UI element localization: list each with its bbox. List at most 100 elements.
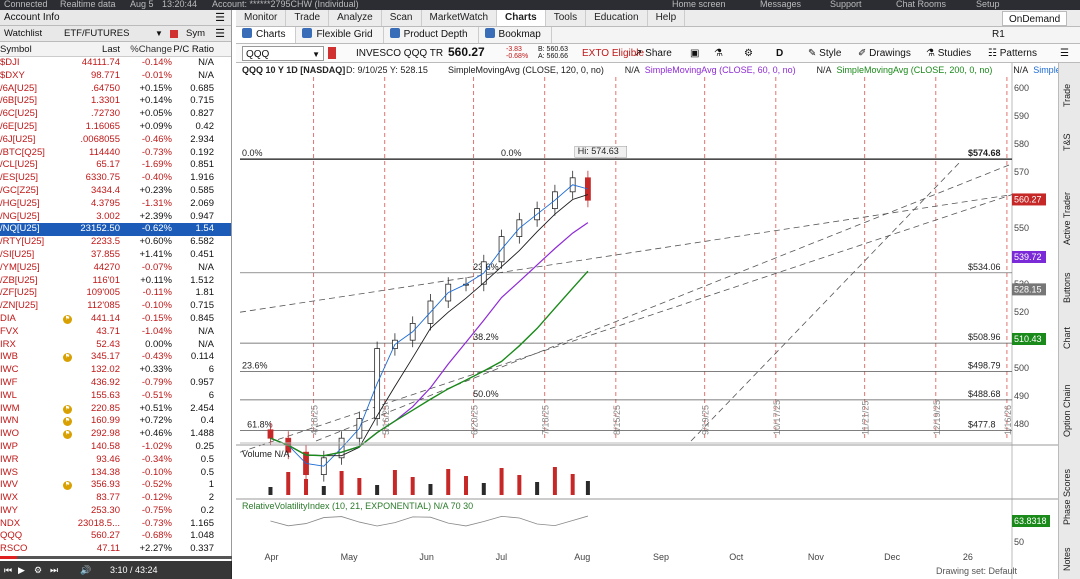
watchlist-row[interactable]: IWB ⚑ 345.17 -0.43% 0.114: [0, 351, 231, 364]
gear-icon[interactable]: ⚙: [744, 46, 753, 61]
watchlist-row[interactable]: IWS 134.38 -0.10% 0.5: [0, 467, 231, 480]
chart-svg[interactable]: QQQ 10 Y 1D [NASDAQ] D: 9/10/25 Y: 528.15…: [236, 63, 1068, 579]
chat-rooms-link[interactable]: Chat Rooms: [896, 0, 946, 9]
watchlist-row[interactable]: IWL 155.63 -0.51% 6: [0, 390, 231, 403]
sym-label[interactable]: Sym: [186, 26, 205, 42]
watchlist-row[interactable]: QQQ 560.27 -0.68% 1.048: [0, 530, 231, 543]
toolbar-menu-icon[interactable]: ☰: [1060, 46, 1069, 61]
timeframe-button[interactable]: D: [776, 46, 783, 61]
side-tab-chart[interactable]: Chart: [1062, 309, 1078, 349]
side-tab-t-s[interactable]: T&S: [1062, 113, 1078, 151]
menu-icon[interactable]: ☰: [215, 10, 225, 26]
nav-tab-tools[interactable]: Tools: [546, 10, 587, 26]
watchlist-row[interactable]: /ZF[U25] 109'005 -0.11% 1.81: [0, 287, 231, 300]
watchlist-row[interactable]: /NG[U25] 3.002 +2.39% 0.947: [0, 211, 231, 224]
home-screen-link[interactable]: Home screen: [672, 0, 726, 9]
watchlist-row[interactable]: /GC[Z25] 3434.4 +0.23% 0.585: [0, 185, 231, 198]
watchlist-row[interactable]: /RTY[U25] 2233.5 +0.60% 6.582: [0, 236, 231, 249]
flask-icon[interactable]: ⚗: [714, 46, 723, 61]
play-icon[interactable]: ▶: [18, 561, 25, 579]
nav-tab-marketwatch[interactable]: MarketWatch: [422, 10, 498, 26]
watchlist-row[interactable]: IWF 436.92 -0.79% 0.957: [0, 377, 231, 390]
watchlist-row[interactable]: FVX 43.71 -1.04% N/A: [0, 326, 231, 339]
col-symbol[interactable]: Symbol: [0, 42, 74, 56]
chevron-down-icon[interactable]: ▼: [312, 47, 320, 62]
watchlist-row[interactable]: /YM[U25] 44270 -0.07% N/A: [0, 262, 231, 275]
watchlist-row[interactable]: /ZN[U25] 112'085 -0.10% 0.715: [0, 300, 231, 313]
side-tab-phase-scores[interactable]: Phase Scores: [1062, 443, 1078, 525]
patterns-button[interactable]: ☷ Patterns: [988, 46, 1037, 61]
volume-icon[interactable]: 🔊: [80, 561, 91, 579]
watchlist-row[interactable]: IWP 140.58 -1.02% 0.25: [0, 441, 231, 454]
subtab-product-depth[interactable]: Product Depth: [384, 27, 479, 43]
col-change[interactable]: %Change: [120, 42, 172, 56]
watchlist-row[interactable]: IWY 253.30 -0.75% 0.2: [0, 505, 231, 518]
watchlist-menu-icon[interactable]: ☰: [215, 26, 225, 42]
watchlist-row[interactable]: NDX 23018.5... -0.73% 1.165: [0, 518, 231, 531]
watchlist-row[interactable]: /CL[U25] 65.17 -1.69% 0.851: [0, 159, 231, 172]
symbol-input[interactable]: QQQ ▼: [242, 46, 324, 61]
watchlist-row[interactable]: IWM ⚑ 220.85 +0.51% 2.454: [0, 403, 231, 416]
account-label[interactable]: Account: ******2795CHW (Individual): [212, 0, 359, 9]
next-icon[interactable]: ⏭: [50, 561, 58, 579]
skip-back-icon[interactable]: ⏮: [4, 561, 12, 579]
link-color-icon[interactable]: [170, 30, 178, 38]
support-link[interactable]: Support: [830, 0, 862, 9]
snapshot-icon[interactable]: ▣: [690, 46, 699, 61]
nav-tab-trade[interactable]: Trade: [286, 10, 330, 26]
subtab-bookmap[interactable]: Bookmap: [479, 27, 552, 43]
watchlist-row[interactable]: /6J[U25] .0068055 -0.46% 2.934: [0, 134, 231, 147]
messages-link[interactable]: Messages: [760, 0, 801, 9]
nav-tab-education[interactable]: Education: [586, 10, 648, 26]
watchlist-row[interactable]: /6B[U25] 1.3301 +0.14% 0.715: [0, 95, 231, 108]
watchlist-row[interactable]: IRX 52.43 0.00% N/A: [0, 339, 231, 352]
watchlist-row[interactable]: /HG[U25] 4.3795 -1.31% 2.069: [0, 198, 231, 211]
watchlist-row[interactable]: IWN ⚑ 160.99 +0.72% 0.4: [0, 415, 231, 428]
watchlist-row[interactable]: IWO ⚑ 292.98 +0.46% 1.488: [0, 428, 231, 441]
watchlist-selector[interactable]: ETF/FUTURES: [64, 26, 129, 42]
watchlist-row[interactable]: /ZB[U25] 116'01 +0.11% 1.512: [0, 275, 231, 288]
side-tab-notes[interactable]: Notes: [1062, 531, 1078, 571]
subtab-charts[interactable]: Charts: [236, 27, 297, 43]
watchlist-row[interactable]: RSCO 47.11 +2.27% 0.337: [0, 543, 231, 556]
watchlist-row[interactable]: IWR 93.46 -0.34% 0.5: [0, 454, 231, 467]
side-tab-buttons[interactable]: Buttons: [1062, 251, 1078, 303]
nav-tab-charts[interactable]: Charts: [497, 10, 546, 26]
nav-tab-monitor[interactable]: Monitor: [236, 10, 287, 26]
watchlist-row[interactable]: IWX 83.77 -0.12% 2: [0, 492, 231, 505]
side-tab-option-chain[interactable]: Option Chain: [1062, 355, 1078, 437]
watchlist-row[interactable]: /6E[U25] 1.16065 +0.09% 0.42: [0, 121, 231, 134]
subtab-flexible-grid[interactable]: Flexible Grid: [296, 27, 384, 43]
watchlist-row[interactable]: IWC 132.02 +0.33% 6: [0, 364, 231, 377]
watchlist-row[interactable]: DIA ⚑ 441.14 -0.15% 0.845: [0, 313, 231, 326]
link-color-icon[interactable]: [328, 47, 336, 59]
col-last[interactable]: Last: [74, 42, 120, 56]
studies-button[interactable]: ⚗ Studies: [926, 46, 971, 61]
setup-link[interactable]: Setup: [976, 0, 1000, 9]
settings-icon[interactable]: ⚙: [34, 561, 42, 579]
chart-area[interactable]: QQQ 10 Y 1D [NASDAQ] D: 9/10/25 Y: 528.15…: [236, 63, 1068, 579]
watchlist-row[interactable]: /ES[U25] 6330.75 -0.40% 1.916: [0, 172, 231, 185]
nav-tab-help[interactable]: Help: [648, 10, 686, 26]
watchlist-row[interactable]: /6C[U25] .72730 +0.05% 0.827: [0, 108, 231, 121]
nav-tab-analyze[interactable]: Analyze: [329, 10, 382, 26]
watchlist-row[interactable]: IWV ⚑ 356.93 -0.52% 1: [0, 479, 231, 492]
watchlist-row[interactable]: /SI[U25] 37.855 +1.41% 0.451: [0, 249, 231, 262]
account-info-header[interactable]: Account Info ☰: [0, 10, 231, 26]
style-button[interactable]: ✎ Style: [808, 46, 841, 61]
drawings-button[interactable]: ✐ Drawings: [858, 46, 911, 61]
chevron-down-icon[interactable]: ▼: [155, 26, 163, 42]
col-pc-ratio[interactable]: P/C Ratio: [172, 42, 214, 56]
watchlist-header[interactable]: Watchlist ETF/FUTURES ▼ Sym ☰: [0, 26, 231, 42]
side-tab-trade[interactable]: Trade: [1062, 67, 1078, 107]
watchlist-row[interactable]: /BTC[Q25] 114440 -0.73% 0.192: [0, 147, 231, 160]
watchlist-row[interactable]: $DJI 44111.74 -0.14% N/A: [0, 57, 231, 70]
watchlist-row[interactable]: /6A[U25] .64750 +0.15% 0.685: [0, 83, 231, 96]
watchlist-row[interactable]: /NQ[U25] 23152.50 -0.62% 1.54: [0, 223, 231, 237]
watchlist-row[interactable]: $DXY 98.771 -0.01% N/A: [0, 70, 231, 83]
side-tab-active-trader[interactable]: Active Trader: [1062, 157, 1078, 245]
video-progress-track[interactable]: [0, 556, 232, 559]
nav-tab-scan[interactable]: Scan: [382, 10, 422, 26]
share-button[interactable]: ↗ Share: [634, 46, 672, 61]
ondemand-button[interactable]: OnDemand: [1002, 11, 1068, 26]
